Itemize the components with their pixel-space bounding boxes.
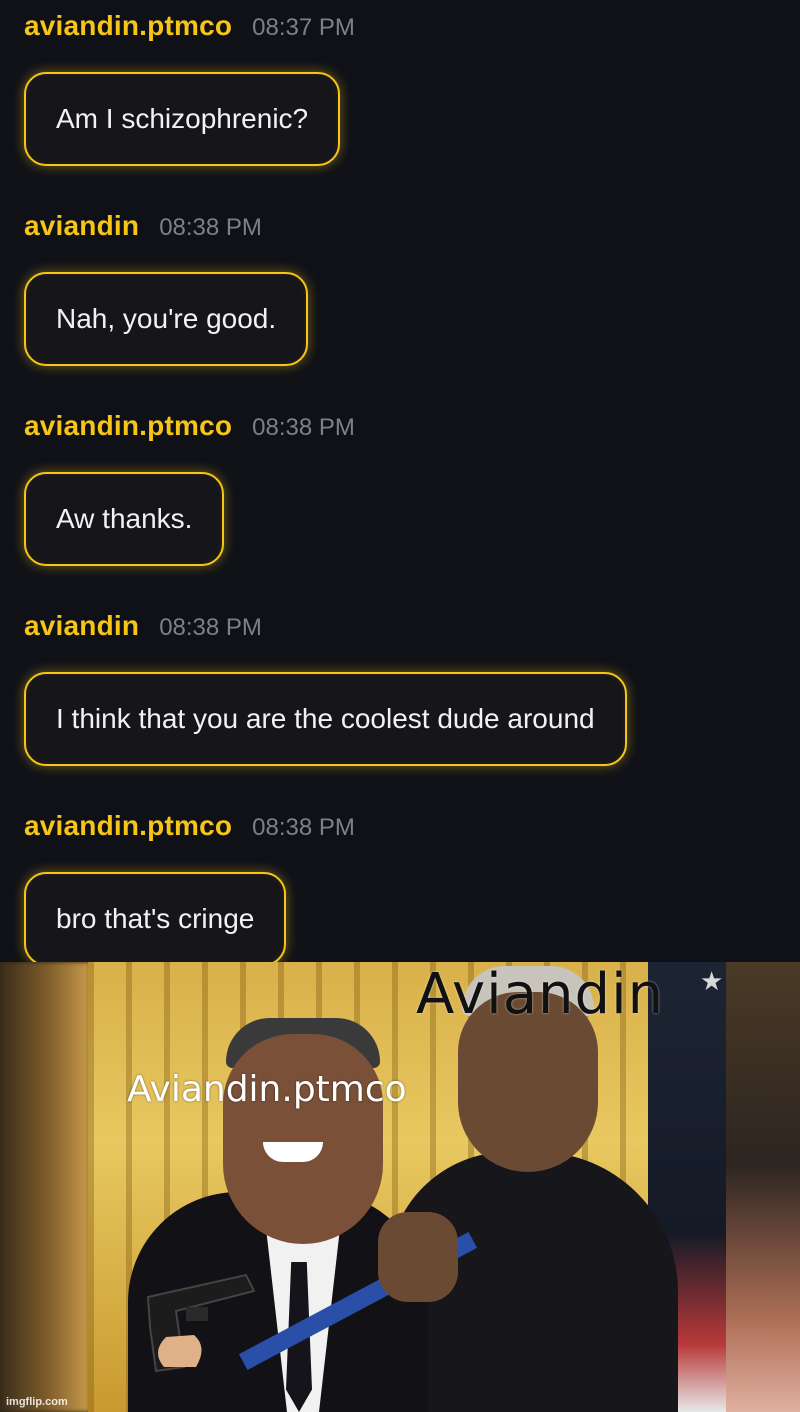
medal-ceremony-photo: ★: [88, 962, 726, 1412]
message-bubble: I think that you are the coolest dude ar…: [24, 672, 627, 766]
caption-mid: Aviandin.ptmco: [127, 1069, 407, 1110]
message-bubble: Aw thanks.: [24, 472, 225, 566]
timestamp: 08:38 PM: [159, 214, 262, 241]
caption-top: Aviandin: [416, 962, 665, 1027]
username[interactable]: aviandin: [24, 210, 139, 242]
blurred-edge-right: [726, 962, 800, 1412]
username[interactable]: aviandin.ptmco: [24, 810, 232, 842]
message-bubble: Nah, you're good.: [24, 272, 309, 366]
blurred-edge-left: [0, 962, 90, 1412]
timestamp: 08:38 PM: [252, 814, 355, 841]
message-header: aviandin.ptmco 08:38 PM: [24, 810, 355, 850]
username[interactable]: aviandin: [24, 610, 139, 642]
hand: [378, 1212, 458, 1302]
meme-image: ★ Aviandin Aviandin.ptmco imgflip.com: [0, 962, 800, 1412]
timestamp: 08:38 PM: [159, 614, 262, 641]
message-header: aviandin 08:38 PM: [24, 210, 308, 250]
message: aviandin.ptmco 08:38 PM Aw thanks.: [24, 410, 355, 566]
star-icon: ★: [700, 966, 724, 996]
message: aviandin.ptmco 08:37 PM Am I schizophren…: [24, 10, 355, 166]
message-header: aviandin.ptmco 08:38 PM: [24, 410, 355, 450]
chat-screenshot: aviandin.ptmco 08:37 PM Am I schizophren…: [0, 0, 800, 962]
timestamp: 08:37 PM: [252, 14, 355, 41]
head-left: [223, 1034, 383, 1244]
timestamp: 08:38 PM: [252, 414, 355, 441]
message-bubble: Am I schizophrenic?: [24, 72, 341, 166]
message-header: aviandin 08:38 PM: [24, 610, 627, 650]
message: aviandin 08:38 PM I think that you are t…: [24, 610, 627, 766]
message: aviandin 08:38 PM Nah, you're good.: [24, 210, 309, 366]
username[interactable]: aviandin.ptmco: [24, 410, 232, 442]
gun-icon: [146, 1273, 256, 1373]
username[interactable]: aviandin.ptmco: [24, 10, 232, 42]
watermark: imgflip.com: [6, 1396, 68, 1408]
message: aviandin.ptmco 08:38 PM bro that's cring…: [24, 810, 355, 962]
message-bubble: bro that's cringe: [24, 872, 287, 962]
message-header: aviandin.ptmco 08:37 PM: [24, 10, 355, 50]
